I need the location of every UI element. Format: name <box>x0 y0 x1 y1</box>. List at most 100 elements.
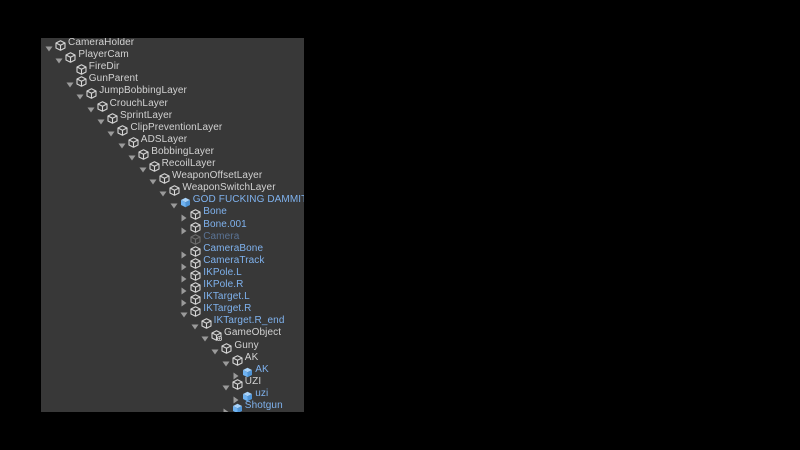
triangle-down-icon[interactable] <box>128 149 136 161</box>
triangle-down-icon[interactable] <box>201 330 209 342</box>
hierarchy-row[interactable]: GameObject <box>41 327 304 342</box>
hierarchy-item-label: uzi <box>255 387 269 399</box>
triangle-down-icon[interactable] <box>222 355 230 367</box>
triangle-down-icon[interactable] <box>222 379 230 391</box>
triangle-down-icon[interactable] <box>149 173 157 185</box>
hierarchy-item-label: ClipPreventionLayer <box>130 121 223 133</box>
cube-outline-icon <box>201 316 212 330</box>
triangle-right-icon[interactable] <box>180 209 188 222</box>
hierarchy-item-label: Camera <box>203 230 240 242</box>
hierarchy-item-label: JumpBobbingLayer <box>99 85 187 97</box>
hierarchy-row[interactable]: GOD FUCKING DAMMIT <box>41 194 304 209</box>
hierarchy-item-label: IKPole.R <box>203 279 244 290</box>
triangle-down-icon[interactable] <box>180 306 188 318</box>
triangle-down-icon[interactable] <box>66 76 74 88</box>
hierarchy-item-label: BobbingLayer <box>151 145 215 157</box>
prefab-cube-icon <box>180 195 191 208</box>
hierarchy-item-label: CameraHolder <box>68 38 135 48</box>
cube-outline-icon <box>76 62 87 75</box>
hierarchy-item-label: GameObject <box>224 327 282 339</box>
cube-added-icon <box>211 328 223 342</box>
hierarchy-item-label: WeaponSwitchLayer <box>182 182 276 194</box>
cube-outline-icon <box>107 111 118 124</box>
cube-outline-icon <box>232 377 243 390</box>
triangle-right-icon[interactable] <box>232 367 240 380</box>
triangle-down-icon[interactable] <box>45 40 53 52</box>
triangle-down-icon[interactable] <box>97 113 105 125</box>
hierarchy-row[interactable]: Bone <box>41 206 304 222</box>
triangle-down-icon[interactable] <box>191 318 199 330</box>
hierarchy-item-label: CameraBone <box>203 242 264 254</box>
hierarchy-item-label: CameraTrack <box>203 254 265 266</box>
hierarchy-row[interactable]: Shotgun <box>41 400 304 412</box>
cube-outline-icon <box>65 50 76 63</box>
cube-outline-icon <box>117 123 128 136</box>
hierarchy-item-label: Shotgun <box>244 400 283 411</box>
cube-outline-icon <box>169 183 180 196</box>
hierarchy-item-label: AK <box>255 363 269 375</box>
hierarchy-row[interactable]: JumpBobbingLayer <box>41 85 304 100</box>
hierarchy-row[interactable]: CameraTrack <box>41 254 304 271</box>
triangle-down-icon[interactable] <box>139 161 147 173</box>
hierarchy-item-label: UZI <box>244 375 262 387</box>
hierarchy-item-label: IKPole.L <box>203 266 242 278</box>
hierarchy-item-label: SprintLayer <box>120 109 173 121</box>
hierarchy-item-label: AK <box>244 351 259 363</box>
hierarchy-row[interactable]: IKPole.L <box>41 266 304 283</box>
triangle-down-icon[interactable] <box>76 88 84 100</box>
hierarchy-row[interactable]: CameraBone <box>41 242 304 259</box>
hierarchy-item-label: IKTarget.R <box>203 303 252 315</box>
cube-outline-icon <box>190 232 201 245</box>
triangle-down-icon[interactable] <box>87 101 95 112</box>
hierarchy-row[interactable]: IKTarget.L <box>41 291 304 307</box>
triangle-right-icon[interactable] <box>180 294 188 307</box>
hierarchy-item-label: Bone <box>203 206 227 218</box>
triangle-down-icon[interactable] <box>170 197 178 209</box>
triangle-down-icon[interactable] <box>118 137 126 149</box>
hierarchy-row[interactable]: FireDir <box>41 61 304 75</box>
hierarchy-row[interactable]: Bone.001 <box>41 218 304 234</box>
hierarchy-row[interactable]: CrouchLayer <box>41 97 304 112</box>
cube-outline-icon <box>190 244 201 257</box>
hierarchy-item-label: IKTarget.L <box>203 291 250 303</box>
hierarchy-row[interactable]: AK <box>41 363 304 380</box>
cube-outline-icon <box>190 268 201 281</box>
hierarchy-item-label: PlayerCam <box>78 49 129 61</box>
hierarchy-item-label: IKTarget.R_end <box>213 315 285 327</box>
hierarchy-item-label: FireDir <box>88 61 120 73</box>
triangle-down-icon[interactable] <box>55 52 63 64</box>
hierarchy-item-label: GOD FUCKING DAMMIT <box>192 194 304 206</box>
prefab-cube-icon <box>242 365 253 377</box>
triangle-right-icon[interactable] <box>180 222 188 234</box>
hierarchy-item-label: CrouchLayer <box>109 97 168 109</box>
triangle-down-icon[interactable] <box>211 343 219 354</box>
cube-outline-icon <box>190 280 201 293</box>
cube-outline-icon <box>149 159 160 172</box>
triangle-right-icon[interactable] <box>232 391 240 404</box>
cube-outline-icon <box>190 220 201 233</box>
triangle-right-icon[interactable] <box>180 258 188 271</box>
hierarchy-panel: CameraHolder PlayerCam FireDir GunParent Jum… <box>41 38 304 412</box>
hierarchy-item-label: Guny <box>234 339 259 351</box>
cube-outline-icon <box>128 135 139 148</box>
hierarchy-item-label: ADSLayer <box>140 133 188 145</box>
hierarchy-row[interactable]: PlayerCam <box>41 49 304 64</box>
cube-outline-icon <box>190 256 201 269</box>
hierarchy-item-label: Bone.001 <box>203 218 247 230</box>
hierarchy-row[interactable]: IKPole.R <box>41 279 304 295</box>
triangle-right-icon[interactable] <box>222 403 230 412</box>
cube-outline-icon <box>159 171 170 184</box>
triangle-right-icon[interactable] <box>180 246 188 259</box>
cube-outline-icon <box>55 38 66 51</box>
cube-outline-icon <box>86 86 97 100</box>
hierarchy-row[interactable]: Guny <box>41 339 304 354</box>
cube-outline-icon <box>138 147 149 160</box>
triangle-right-icon[interactable] <box>180 282 188 295</box>
cube-outline-icon <box>190 292 201 305</box>
triangle-right-icon[interactable] <box>180 270 188 283</box>
hierarchy-item-label: RecoilLayer <box>161 158 216 169</box>
triangle-down-icon[interactable] <box>107 125 115 137</box>
triangle-down-icon[interactable] <box>159 185 167 197</box>
hierarchy-row[interactable]: Camera <box>41 230 304 245</box>
hierarchy-item-label: WeaponOffsetLayer <box>172 170 263 182</box>
